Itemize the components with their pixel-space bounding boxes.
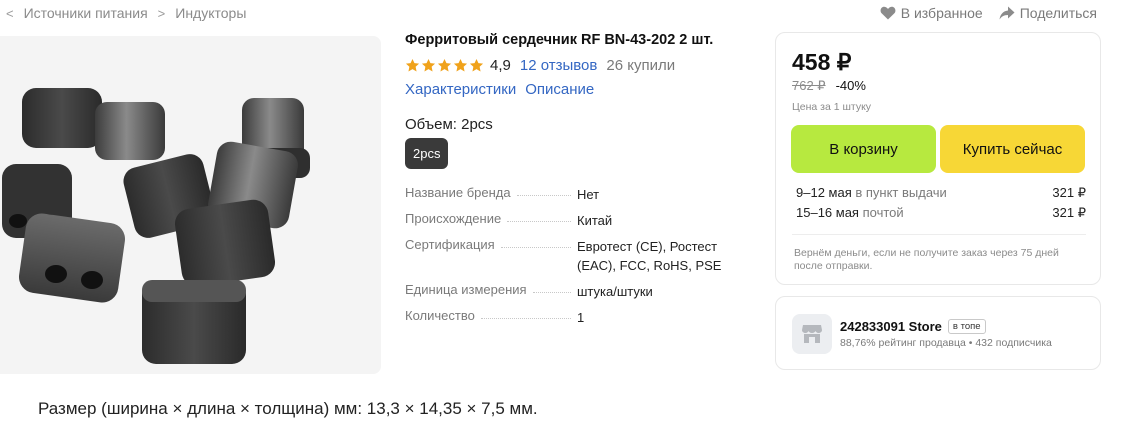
- spec-value: 1: [577, 310, 585, 325]
- spec-value: Нет: [577, 187, 600, 202]
- volume-label: Объем: 2pcs: [405, 116, 493, 133]
- star-icon: [421, 58, 436, 72]
- share-button[interactable]: Поделиться: [999, 5, 1097, 21]
- spec-row: Единица измерения штука/штуки: [405, 282, 745, 308]
- current-price: 458 ₽: [792, 49, 852, 75]
- product-title: Ферритовый сердечник RF BN-43-202 2 шт.: [405, 32, 714, 48]
- tab-characteristics[interactable]: Характеристики: [405, 81, 516, 98]
- info-tabs: Характеристики Описание: [405, 81, 755, 98]
- bought-count: 26 купили: [606, 57, 676, 74]
- rating-row: 4,9 12 отзывов 26 купили: [405, 57, 755, 74]
- breadcrumb-item-power-sources[interactable]: Источники питания: [24, 5, 148, 21]
- discount-badge: -40%: [835, 78, 866, 93]
- delivery-option-post: 15–16 мая почтой 321 ₽: [796, 205, 1086, 221]
- spec-key: Название бренда: [405, 185, 511, 200]
- ferrite-cores-photo: [0, 36, 381, 374]
- heart-icon: [880, 6, 896, 20]
- spec-key: Происхождение: [405, 211, 502, 226]
- seller-card[interactable]: 242833091 Store в топе 88,76% рейтинг пр…: [775, 296, 1101, 370]
- delivery-type: в пункт выдачи: [851, 185, 947, 200]
- product-image[interactable]: [0, 36, 381, 374]
- buy-now-button[interactable]: Купить сейчас: [940, 125, 1085, 173]
- spec-row: Сертификация Евротест (CE), Ростест (EAC…: [405, 237, 745, 282]
- favorite-button[interactable]: В избранное: [880, 5, 983, 21]
- specs-table: Название бренда Нет Происхождение Китай …: [405, 185, 745, 334]
- delivery-price: 321 ₽: [1052, 185, 1086, 200]
- seller-name-row: 242833091 Store в топе: [840, 319, 986, 334]
- spec-key: Единица измерения: [405, 282, 527, 297]
- reviews-link[interactable]: 12 отзывов: [520, 57, 598, 74]
- top-actions: В избранное Поделиться: [880, 5, 1097, 21]
- spec-value: Китай: [577, 213, 613, 228]
- spec-value: штука/штуки: [577, 284, 653, 299]
- old-price: 762 ₽: [792, 78, 826, 93]
- price-card: 458 ₽ 762 ₽ -40% Цена за 1 штуку В корзи…: [775, 32, 1101, 285]
- star-icon: [405, 58, 420, 72]
- delivery-date: 15–16 мая: [796, 205, 859, 220]
- star-icon: [453, 58, 468, 72]
- size-description: Размер (ширина × длина × толщина) мм: 13…: [38, 399, 538, 418]
- breadcrumb: < Источники питания > Индукторы: [0, 5, 246, 21]
- delivery-type: почтой: [858, 205, 904, 220]
- spec-value: Евротест (CE), Ростест (EAC), FCC, RoHS,…: [577, 239, 722, 273]
- unit-price-note: Цена за 1 штуку: [792, 101, 872, 113]
- rating-value: 4,9: [490, 57, 511, 74]
- spec-row: Количество 1: [405, 308, 745, 334]
- spec-row: Название бренда Нет: [405, 185, 745, 211]
- star-icon: [437, 58, 452, 72]
- share-label: Поделиться: [1019, 5, 1097, 21]
- rating-stars: [405, 58, 484, 73]
- spec-row: Происхождение Китай: [405, 211, 745, 237]
- top-seller-badge: в топе: [947, 319, 986, 334]
- seller-name: 242833091 Store: [840, 319, 942, 334]
- chevron-right-icon: >: [157, 5, 166, 21]
- old-price-row: 762 ₽ -40%: [792, 78, 866, 94]
- seller-meta: 88,76% рейтинг продавца • 432 подписчика: [840, 337, 1052, 349]
- chevron-left-icon: <: [6, 5, 14, 21]
- refund-note: Вернём деньги, если не получите заказ че…: [794, 247, 1059, 272]
- spec-key: Количество: [405, 308, 475, 323]
- breadcrumb-item-inductors[interactable]: Индукторы: [175, 5, 246, 21]
- store-icon: [792, 314, 832, 354]
- favorite-label: В избранное: [900, 5, 983, 21]
- tab-description[interactable]: Описание: [525, 81, 594, 98]
- star-icon: [469, 58, 484, 72]
- option-chip-2pcs[interactable]: 2pcs: [405, 138, 449, 169]
- product-info: Ферритовый сердечник RF BN-43-202 2 шт. …: [405, 32, 755, 169]
- share-icon: [999, 6, 1015, 20]
- delivery-option-pickup: 9–12 мая в пункт выдачи 321 ₽: [796, 185, 1086, 201]
- delivery-date: 9–12 мая: [796, 185, 852, 200]
- delivery-price: 321 ₽: [1052, 205, 1086, 220]
- spec-key: Сертификация: [405, 237, 495, 252]
- add-to-cart-button[interactable]: В корзину: [791, 125, 936, 173]
- divider: [792, 234, 1086, 235]
